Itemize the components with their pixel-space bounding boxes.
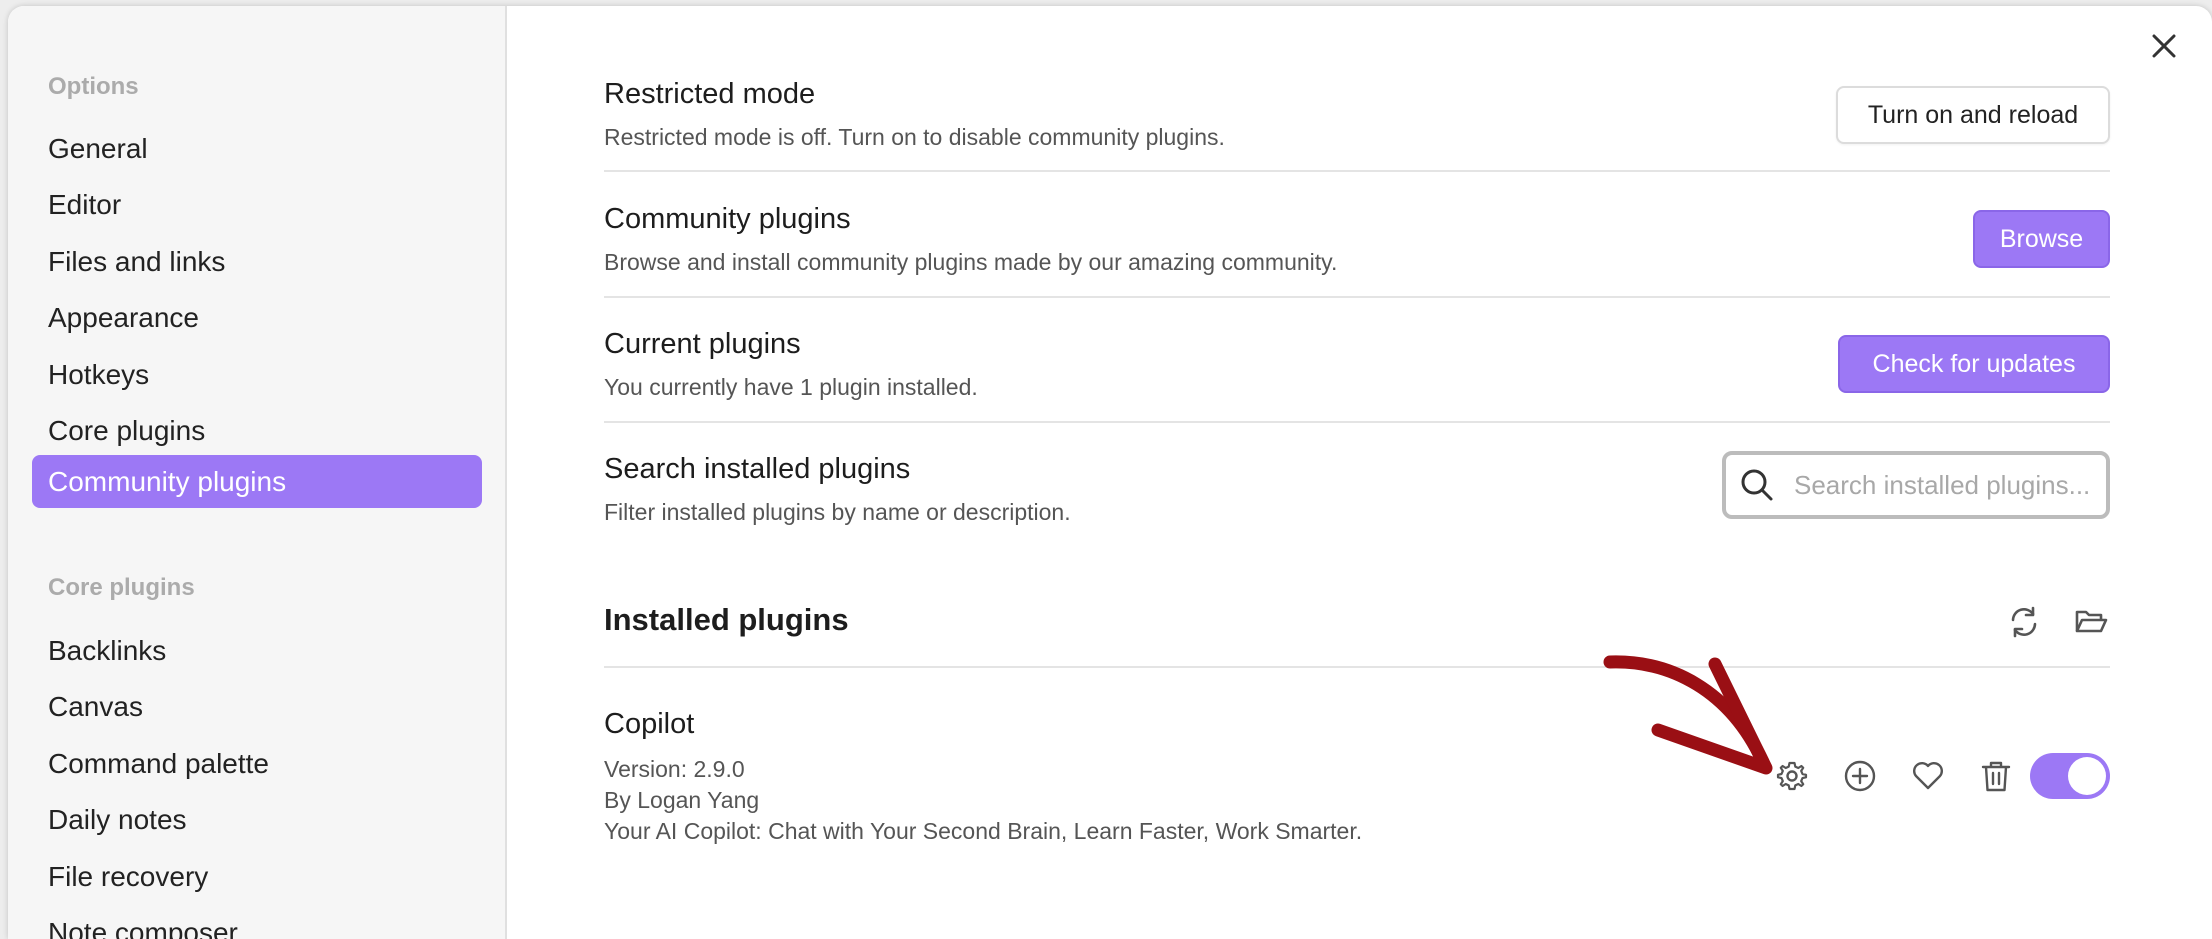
search-icon [1741, 469, 1773, 501]
installed-plugins-heading: Installed plugins [604, 602, 849, 637]
sidebar-heading-core-plugins: Core plugins [48, 574, 195, 601]
setting-current-plugins: Current plugins You currently have 1 plu… [604, 320, 2110, 420]
plugin-hotkeys-button[interactable] [1838, 754, 1882, 798]
browse-button[interactable]: Browse [1973, 210, 2110, 268]
plugin-enable-toggle[interactable] [2030, 753, 2110, 799]
sidebar-item-command-palette[interactable]: Command palette [32, 737, 482, 790]
sidebar-item-hotkeys[interactable]: Hotkeys [32, 348, 482, 401]
setting-restricted-mode: Restricted mode Restricted mode is off. … [604, 70, 2110, 170]
setting-community-plugins: Community plugins Browse and install com… [604, 195, 2110, 295]
settings-sidebar: Options General Editor Files and links A… [8, 6, 507, 939]
settings-content: Restricted mode Restricted mode is off. … [604, 6, 2112, 939]
sidebar-item-editor[interactable]: Editor [32, 178, 482, 231]
reload-icon [2011, 606, 2037, 638]
sidebar-heading-options: Options [48, 73, 139, 100]
sidebar-item-appearance[interactable]: Appearance [32, 291, 482, 344]
toggle-knob [2068, 757, 2106, 795]
settings-modal: Options General Editor Files and links A… [8, 6, 2212, 939]
setting-name: Search installed plugins [604, 453, 911, 485]
plugin-item-copilot: Copilot Version: 2.9.0 By Logan Yang You… [604, 700, 2110, 850]
check-for-updates-button[interactable]: Check for updates [1838, 335, 2110, 393]
sidebar-item-community-plugins[interactable]: Community plugins [32, 455, 482, 508]
plugin-description: Your AI Copilot: Chat with Your Second B… [604, 818, 1363, 844]
setting-search-installed-plugins: Search installed plugins Filter installe… [604, 445, 2110, 555]
annotation-arrow [1603, 655, 1773, 775]
plus-circle-icon [1844, 760, 1876, 792]
setting-description: Browse and install community plugins mad… [604, 249, 1338, 275]
sidebar-item-backlinks[interactable]: Backlinks [32, 624, 482, 677]
setting-name: Restricted mode [604, 78, 816, 110]
sidebar-item-files-and-links[interactable]: Files and links [32, 235, 482, 288]
divider [604, 421, 2110, 423]
sidebar-item-core-plugins[interactable]: Core plugins [32, 404, 482, 457]
open-plugins-folder-button[interactable] [2069, 600, 2113, 644]
plugin-version: Version: 2.9.0 [604, 756, 745, 782]
plugin-author: By Logan Yang [604, 787, 760, 813]
trash-icon [1981, 761, 2011, 792]
setting-name: Current plugins [604, 328, 801, 360]
reload-plugins-button[interactable] [2002, 600, 2046, 644]
sidebar-item-note-composer[interactable]: Note composer [32, 906, 482, 939]
folder-open-icon [2075, 610, 2108, 633]
heart-icon [1913, 762, 1943, 790]
search-field [1722, 451, 2110, 519]
plugin-donate-button[interactable] [1906, 754, 1950, 798]
search-installed-plugins-input[interactable] [1794, 469, 2104, 501]
divider [604, 666, 2110, 668]
setting-description: Filter installed plugins by name or desc… [604, 499, 1071, 525]
close-button[interactable] [2146, 28, 2182, 64]
sidebar-item-file-recovery[interactable]: File recovery [32, 850, 482, 903]
divider [604, 170, 2110, 172]
setting-description: Restricted mode is off. Turn on to disab… [604, 124, 1225, 150]
setting-description: You currently have 1 plugin installed. [604, 374, 978, 400]
sidebar-item-daily-notes[interactable]: Daily notes [32, 793, 482, 846]
plugin-name: Copilot [604, 708, 695, 740]
sidebar-item-general[interactable]: General [32, 122, 482, 175]
close-icon [2152, 34, 2176, 58]
plugin-uninstall-button[interactable] [1974, 754, 2018, 798]
turn-on-and-reload-button[interactable]: Turn on and reload [1836, 86, 2110, 144]
sidebar-item-canvas[interactable]: Canvas [32, 680, 482, 733]
divider [604, 296, 2110, 298]
setting-name: Community plugins [604, 203, 851, 235]
